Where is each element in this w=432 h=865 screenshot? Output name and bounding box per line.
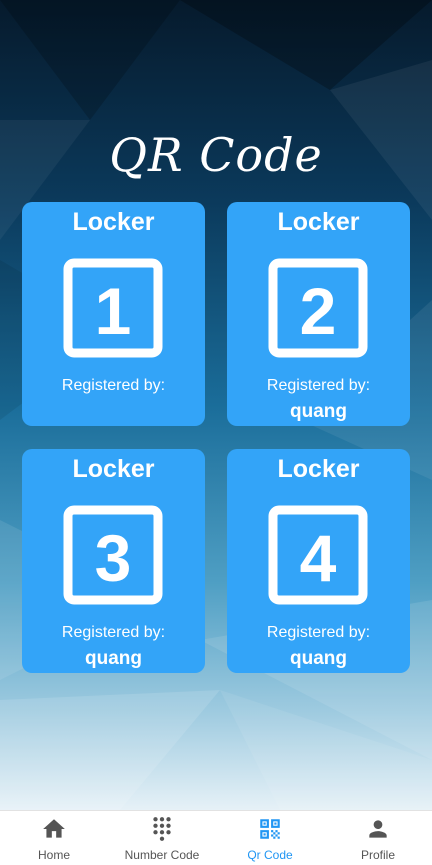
registered-label: Registered by: <box>61 377 166 394</box>
locker-card-3[interactable]: Locker 3 Registered by: quang <box>22 449 205 673</box>
bottom-navigation: Home Number Code Qr Code Profile <box>0 810 432 865</box>
locker-card-1[interactable]: Locker 1 Registered by: <box>22 202 205 426</box>
nav-label: Profile <box>360 848 395 862</box>
qr-code-icon <box>260 819 280 839</box>
locker-number-icon: 4 <box>268 505 368 605</box>
nav-item-home[interactable]: Home <box>0 811 108 865</box>
registered-user: quang <box>85 648 142 669</box>
locker-number: 3 <box>95 521 132 595</box>
nav-item-number-code[interactable]: Number Code <box>108 811 216 865</box>
locker-number: 2 <box>300 274 337 348</box>
locker-title: Locker <box>277 455 360 483</box>
person-icon <box>369 820 387 838</box>
registered-label: Registered by: <box>61 624 166 641</box>
nav-label: Home <box>37 848 70 862</box>
locker-card-4[interactable]: Locker 4 Registered by: quang <box>227 449 410 673</box>
registered-label: Registered by: <box>266 377 371 394</box>
locker-title: Locker <box>72 455 155 483</box>
nav-label: Number Code <box>124 848 200 862</box>
locker-number-icon: 1 <box>63 258 163 358</box>
locker-title: Locker <box>72 208 155 236</box>
registered-label: Registered by: <box>266 624 371 641</box>
locker-number-icon: 3 <box>63 505 163 605</box>
locker-card-2[interactable]: Locker 2 Registered by: quang <box>227 202 410 426</box>
registered-user: quang <box>290 648 347 669</box>
nav-item-profile[interactable]: Profile <box>324 811 432 865</box>
nav-item-qr-code[interactable]: Qr Code <box>216 811 324 865</box>
page-title: QR Code <box>109 128 323 182</box>
locker-number: 1 <box>95 274 132 348</box>
home-icon <box>43 819 65 838</box>
registered-user: quang <box>290 401 347 422</box>
locker-number-icon: 2 <box>268 258 368 358</box>
locker-number: 4 <box>300 521 337 595</box>
nav-label: Qr Code <box>247 848 293 862</box>
keypad-icon <box>153 817 171 841</box>
locker-title: Locker <box>277 208 360 236</box>
